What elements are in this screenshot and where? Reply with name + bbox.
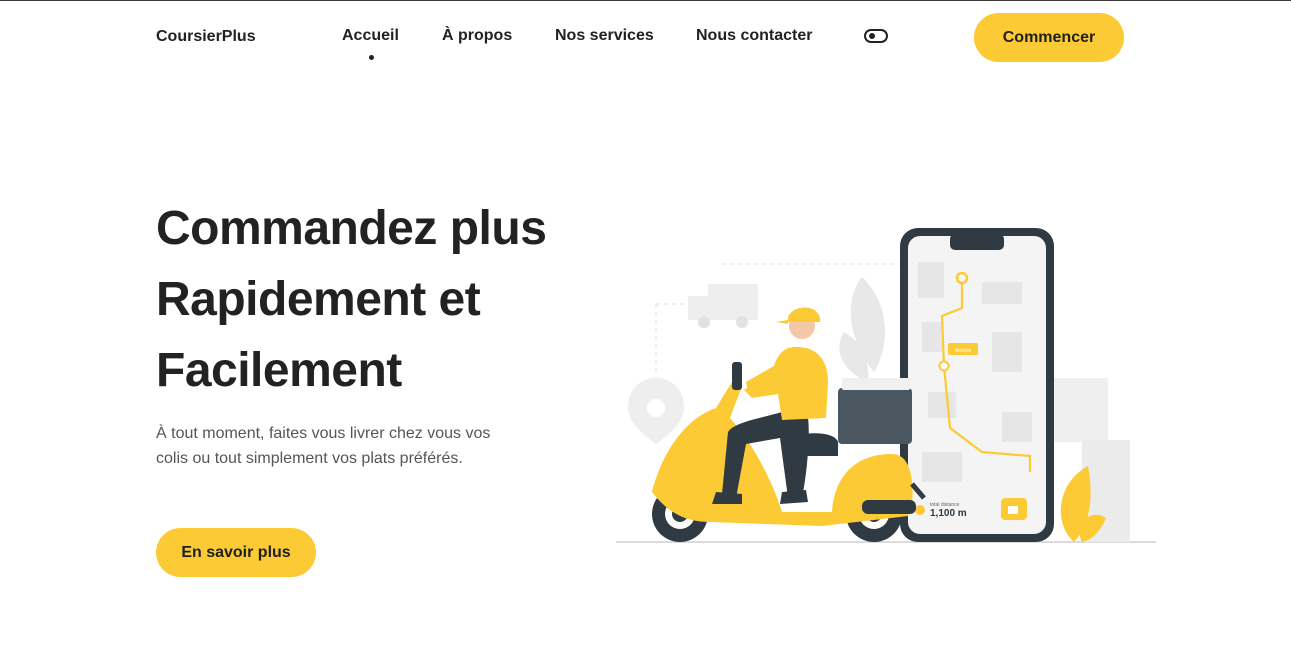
delivery-scooter-illustration: lifestyle total distance 1,100 m: [616, 228, 1156, 543]
brand-logo[interactable]: CoursierPlus: [156, 28, 256, 46]
hero-title-line-2: Rapidement et: [156, 273, 481, 326]
hero-title-line-3: Facilement: [156, 344, 402, 397]
map-tag-label: lifestyle: [955, 348, 972, 354]
navbar: CoursierPlus Accueil À propos Nos servic…: [0, 0, 1291, 76]
nav-link-a-propos[interactable]: À propos: [442, 27, 512, 45]
hero-title: Commandez plus Rapidement et Facilement: [156, 193, 626, 406]
hero-title-line-1: Commandez plus: [156, 202, 547, 255]
en-savoir-plus-button[interactable]: En savoir plus: [156, 528, 316, 577]
nav-link-accueil[interactable]: Accueil: [342, 27, 399, 45]
commencer-button[interactable]: Commencer: [974, 13, 1124, 62]
theme-toggle[interactable]: [864, 29, 888, 43]
nav-link-nos-services[interactable]: Nos services: [555, 27, 654, 45]
hero-description: À tout moment, faites vous livrer chez v…: [156, 425, 491, 467]
toggle-knob-icon: [869, 33, 875, 39]
distance-label: 1,100 m: [930, 508, 967, 519]
plant-icon: [839, 277, 886, 382]
active-indicator: [369, 55, 374, 60]
truck-icon: [688, 284, 758, 328]
location-pin-icon: [628, 378, 684, 444]
nav-link-nous-contacter[interactable]: Nous contacter: [696, 27, 812, 45]
